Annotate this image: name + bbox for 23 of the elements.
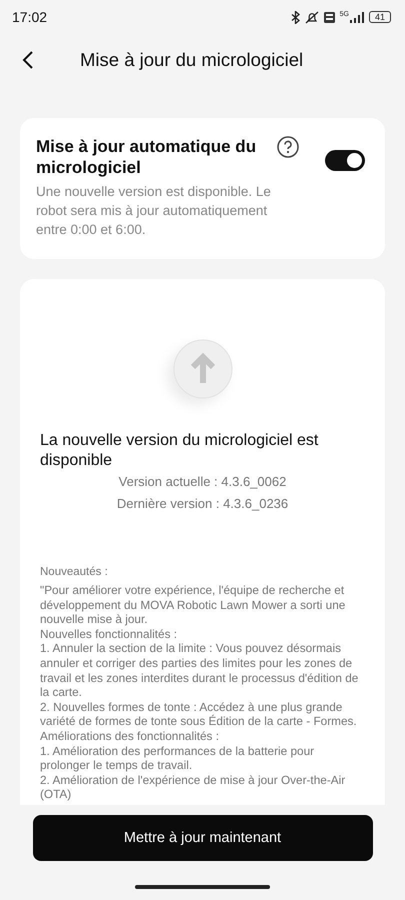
update-headline: La nouvelle version du micrologiciel est disponible (40, 431, 320, 471)
release-note: "Pour améliorer votre expérience, l'équipe de recherche et développement du MOVA Robotic Lawn Mower a sorti une nouvelle mise à jour. (40, 583, 346, 627)
setting-description: Une nouvelle version est disponible. Le robot sera mis à jour automatiquement entre 0:00 et 6:00. (36, 183, 272, 239)
release-note: Améliorations des fonctionnalités : (40, 728, 220, 744)
setting-title: Mise à jour automatique du micrologiciel (36, 136, 258, 178)
current-version: Version actuelle : 4.3.6_0062 (118, 473, 288, 491)
release-note: 1. Amélioration des performances de la batterie pour prolonger le temps de travail. (40, 744, 316, 773)
volte-icon (324, 12, 335, 22)
help-icon[interactable] (277, 136, 299, 158)
toggle-switch[interactable] (325, 150, 365, 171)
release-note: 2. Nouvelles formes de tonte : Accédez à une plus grande variété de formes de tonte sous Édition de la carte - Formes. (40, 700, 358, 729)
release-note: 1. Annuler la section de la limite : Vous pouvez désormais annuler et corriger des parties des limites pour les zones de travail et les zones interdites durant le processus d'édition de la carte. (40, 641, 360, 700)
latest-version: Dernière version : 4.3.6_0236 (116, 495, 290, 513)
bluetooth-icon (290, 10, 300, 24)
release-note: Nouvelles fonctionnalités : (40, 626, 178, 642)
muted-bell-icon (304, 10, 319, 24)
release-notes-title: Nouveautés : (40, 565, 109, 579)
signal-icon (350, 12, 364, 22)
status-time: 17:02 (12, 9, 48, 25)
page-title: Mise à jour du micrologiciel (80, 49, 304, 71)
battery-level: 41 (368, 11, 391, 23)
release-note: 2. Amélioration de l'expérience de mise à jour Over-the-Air (OTA) (40, 772, 346, 802)
update-now-button[interactable]: Mettre à jour maintenant (32, 814, 372, 861)
